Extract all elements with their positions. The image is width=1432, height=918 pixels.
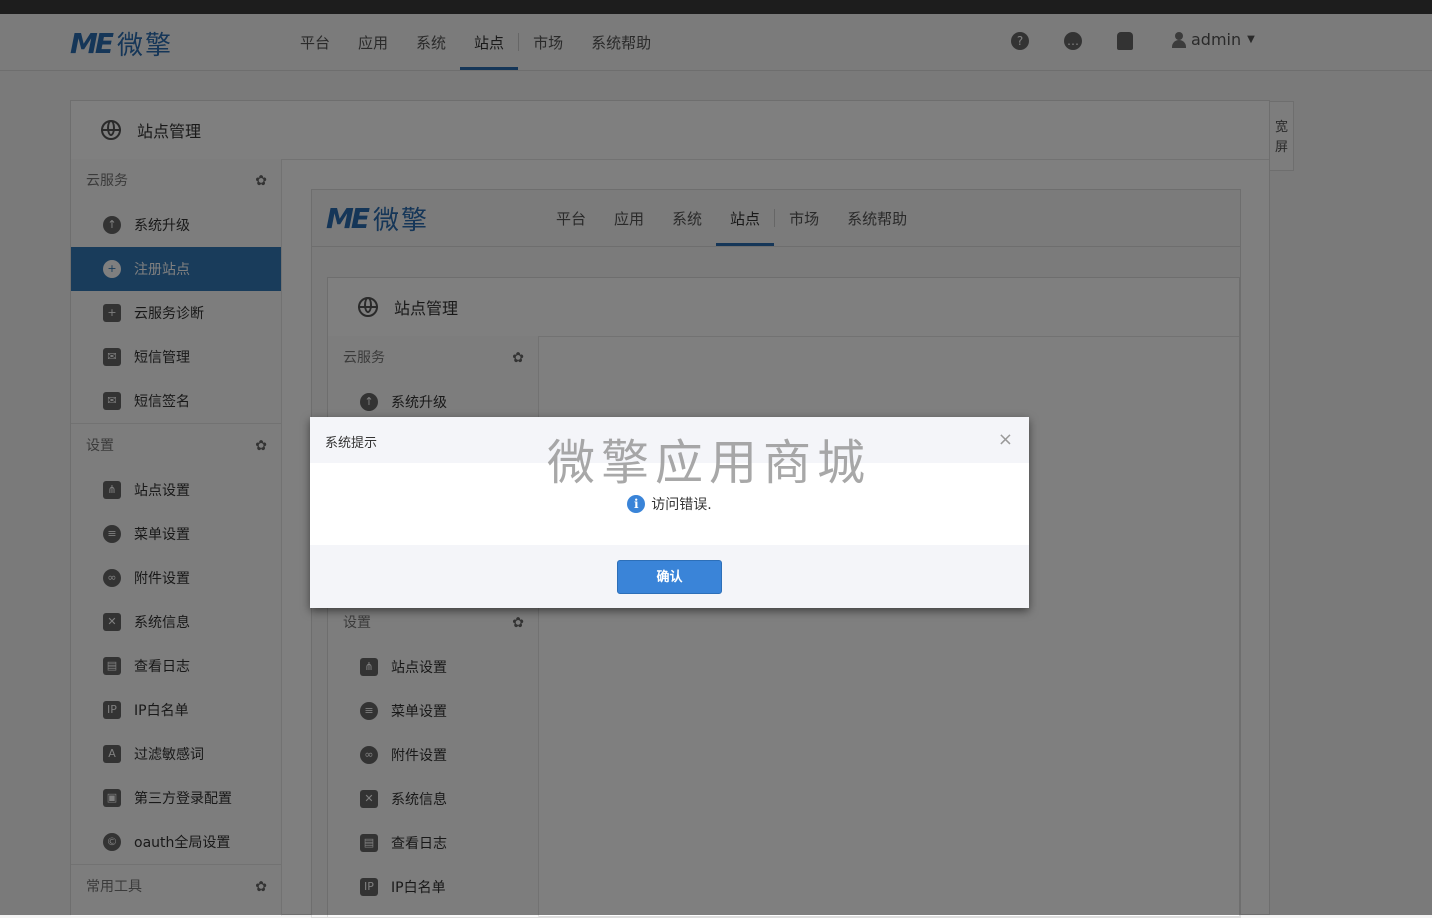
- watermark-text: 微擎应用商城: [547, 435, 872, 491]
- dialog-title: 系统提示: [325, 436, 378, 451]
- confirm-button[interactable]: 确认: [617, 560, 722, 594]
- close-icon[interactable]: ×: [998, 429, 1013, 450]
- system-alert-dialog: 系统提示 微擎应用商城 × i 访问错误. 确认: [310, 417, 1029, 608]
- info-icon: i: [627, 495, 646, 513]
- dialog-footer: 确认: [310, 545, 1029, 608]
- dialog-header: 系统提示 微擎应用商城 ×: [310, 417, 1029, 491]
- dialog-message: 访问错误.: [651, 497, 712, 513]
